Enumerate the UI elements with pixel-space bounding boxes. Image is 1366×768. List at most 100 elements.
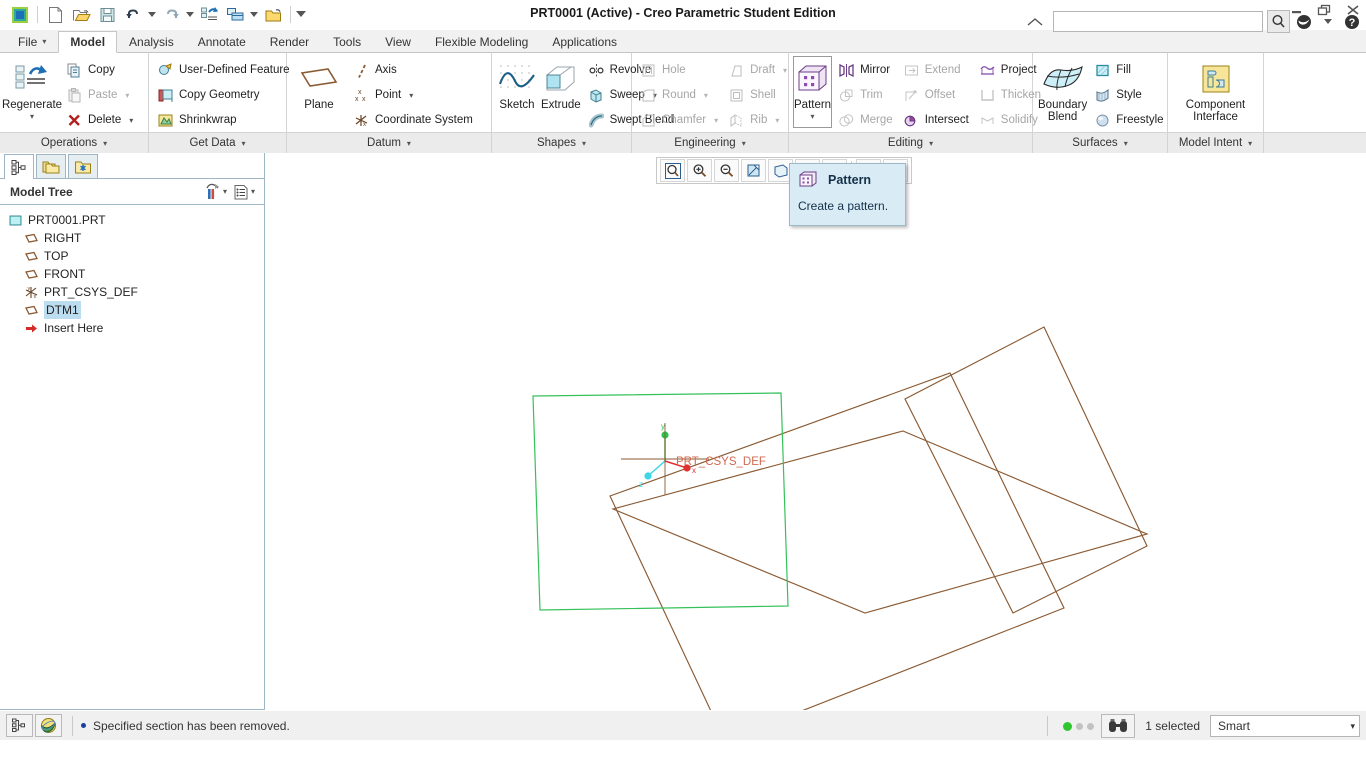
intersect-button[interactable]: Intersect (899, 108, 973, 132)
tab-tools[interactable]: Tools (321, 30, 373, 52)
refit-button[interactable] (660, 159, 685, 182)
group-title-model-intent[interactable]: Model Intent ▾ (1168, 132, 1263, 153)
new-icon[interactable] (42, 3, 68, 27)
web-browser-toggle-button[interactable] (35, 714, 62, 737)
selection-filter-dropdown[interactable]: Smart ▾ (1210, 715, 1360, 737)
chamfer-button[interactable]: Chamfer ▾ (636, 108, 722, 132)
undo-dropdown-caret[interactable] (146, 11, 158, 18)
shell-button[interactable]: Shell (724, 83, 791, 107)
draft-button[interactable]: Draft ▾ (724, 58, 791, 82)
datum-point-button[interactable]: x x x Point ▾ (349, 83, 477, 107)
window-switch-icon[interactable] (222, 3, 248, 27)
save-icon[interactable] (94, 3, 120, 27)
user-defined-feature-button[interactable]: User-Defined Feature (153, 58, 294, 82)
chevron-down-icon[interactable]: ▾ (125, 91, 129, 100)
tree-item-front[interactable]: FRONT (6, 265, 264, 283)
open-icon[interactable] (68, 3, 94, 27)
copy-button[interactable]: Copy (62, 58, 137, 82)
datum-plane-button[interactable]: Plane (291, 56, 347, 128)
tree-filters-button[interactable]: ▾ (201, 183, 230, 200)
tree-item-dtm1[interactable]: DTM1 (6, 301, 264, 319)
revolve-icon (588, 62, 605, 79)
redo-icon[interactable] (158, 3, 184, 27)
paste-button[interactable]: Paste ▾ (62, 83, 137, 107)
globe-icon[interactable] (1294, 14, 1314, 30)
style-button[interactable]: Style (1090, 83, 1167, 107)
chevron-down-icon[interactable]: ▾ (409, 91, 413, 100)
close-window-icon[interactable] (260, 3, 286, 27)
group-title-editing[interactable]: Editing ▾ (789, 132, 1032, 153)
tab-annotate[interactable]: Annotate (186, 30, 258, 52)
tab-file[interactable]: File ▾ (6, 30, 58, 52)
regenerate-button[interactable]: Regenerate ▾ (2, 56, 62, 128)
chevron-down-icon[interactable]: ▾ (783, 66, 787, 75)
redo-dropdown-caret[interactable] (184, 11, 196, 18)
shrinkwrap-button[interactable]: Shrinkwrap (153, 108, 294, 132)
chevron-down-icon[interactable]: ▾ (704, 91, 708, 100)
customize-qat-icon[interactable] (295, 11, 307, 18)
find-button[interactable] (1101, 714, 1136, 738)
chevron-down-icon[interactable]: ▾ (811, 112, 815, 121)
pattern-button[interactable]: Pattern ▾ (793, 56, 833, 128)
search-icon[interactable] (1267, 10, 1290, 33)
tree-item-right[interactable]: RIGHT (6, 229, 264, 247)
model-tree-tab[interactable] (4, 154, 34, 179)
boundary-blend-button[interactable]: Boundary Blend (1037, 56, 1088, 128)
trim-button[interactable]: Trim (834, 83, 897, 107)
model-tree-body[interactable]: PRT0001.PRT RIGHT TOP FRONT x y PRT_CSYS… (0, 205, 264, 710)
component-interface-button[interactable]: Component Interface (1174, 56, 1258, 128)
merge-button[interactable]: Merge (834, 108, 897, 132)
search-input[interactable] (1053, 11, 1263, 32)
extend-button[interactable]: Extend (899, 58, 973, 82)
tab-model[interactable]: Model (58, 31, 118, 53)
group-title-datum[interactable]: Datum ▾ (287, 132, 491, 153)
tree-item-prt-csys-def[interactable]: x y PRT_CSYS_DEF (6, 283, 264, 301)
tree-item-insert-here[interactable]: Insert Here (6, 319, 264, 337)
tab-render[interactable]: Render (258, 30, 321, 52)
datum-axis-button[interactable]: Axis (349, 58, 477, 82)
tab-applications[interactable]: Applications (540, 30, 629, 52)
navigator-toggle-button[interactable] (6, 714, 33, 737)
collapse-ribbon-icon[interactable] (1021, 17, 1049, 27)
creo-app-icon[interactable] (7, 3, 33, 27)
chevron-down-icon[interactable]: ▾ (129, 116, 133, 125)
group-title-operations[interactable]: Operations ▾ (0, 132, 148, 153)
freestyle-button[interactable]: Freestyle (1090, 108, 1167, 132)
tab-analysis[interactable]: Analysis (117, 30, 186, 52)
group-title-shapes[interactable]: Shapes ▾ (492, 132, 631, 153)
datum-planes-render[interactable]: y x z PRT_CSYS_DEF (265, 153, 1365, 710)
help-icon[interactable]: ? (1342, 14, 1362, 30)
window-dropdown-caret[interactable] (248, 11, 260, 18)
folder-browser-tab[interactable] (36, 154, 66, 178)
tree-item-part[interactable]: PRT0001.PRT (6, 211, 264, 229)
hole-button[interactable]: Hole (636, 58, 722, 82)
repaint-button[interactable] (741, 159, 766, 182)
delete-button[interactable]: Delete ▾ (62, 108, 137, 132)
graphics-viewport[interactable]: y x z PRT_CSYS_DEF (265, 153, 1366, 710)
tab-flexible-modeling[interactable]: Flexible Modeling (423, 30, 540, 52)
group-title-surfaces[interactable]: Surfaces ▾ (1033, 132, 1167, 153)
zoom-in-button[interactable] (687, 159, 712, 182)
offset-button[interactable]: Offset (899, 83, 973, 107)
fill-button[interactable]: Fill (1090, 58, 1167, 82)
tree-item-top[interactable]: TOP (6, 247, 264, 265)
chevron-down-icon[interactable]: ▾ (775, 116, 779, 125)
favorites-tab[interactable] (68, 154, 98, 178)
sketch-button[interactable]: Sketch (496, 56, 538, 128)
globe-dropdown-caret[interactable] (1318, 18, 1338, 25)
group-title-get-data[interactable]: Get Data ▾ (149, 132, 286, 153)
regenerate-icon[interactable] (196, 3, 222, 27)
mirror-button[interactable]: Mirror (834, 58, 897, 82)
rib-button[interactable]: Rib ▾ (724, 108, 791, 132)
round-button[interactable]: Round ▾ (636, 83, 722, 107)
chevron-down-icon[interactable]: ▾ (30, 112, 34, 121)
tree-settings-button[interactable]: ▾ (230, 184, 258, 200)
copy-geometry-button[interactable]: Copy Geometry (153, 83, 294, 107)
group-title-engineering[interactable]: Engineering ▾ (632, 132, 788, 153)
extrude-button[interactable]: Extrude (540, 56, 582, 128)
undo-icon[interactable] (120, 3, 146, 27)
chevron-down-icon[interactable]: ▾ (714, 116, 718, 125)
tab-view[interactable]: View (373, 30, 423, 52)
coordinate-system-button[interactable]: x Coordinate System (349, 108, 477, 132)
zoom-out-button[interactable] (714, 159, 739, 182)
